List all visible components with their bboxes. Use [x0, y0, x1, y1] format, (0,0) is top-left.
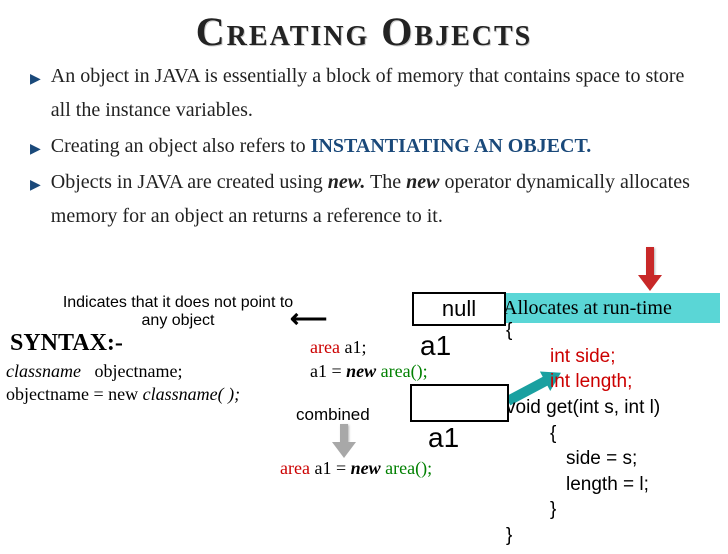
class-body-code: { int side; int length; void get(int s, … — [506, 318, 660, 549]
code-line: { — [506, 421, 660, 447]
code-line: side = s; — [506, 446, 660, 472]
bullet-post: The — [365, 171, 406, 193]
bullet-list: ▶ An object in JAVA is essentially a blo… — [0, 59, 728, 233]
allocates-text: Allocates at run-time — [503, 297, 672, 320]
code-line: int side; — [550, 346, 615, 367]
syntax-block: classname objectname; objectname = new c… — [6, 360, 240, 407]
arrow-down-icon — [640, 247, 660, 291]
assign-a1: a1 = — [310, 361, 346, 381]
syntax-heading: SYNTAX:- — [10, 330, 123, 357]
null-box: null — [412, 292, 506, 326]
bullet-pre: Creating an object also refers to — [51, 135, 311, 157]
assign-new: new — [346, 361, 381, 381]
code-line: int length; — [550, 371, 632, 392]
code-line: } — [506, 523, 660, 549]
bullet-marker-icon: ▶ — [30, 138, 41, 162]
slide-title: Creating Objects — [0, 8, 728, 55]
object-assign: a1 = new area(); — [310, 361, 428, 382]
decl-area: area — [310, 337, 344, 357]
combined-label: combined — [296, 405, 370, 425]
syntax-call: classname( ); — [143, 384, 240, 404]
bullet-emphasis: new. — [328, 171, 366, 193]
bullet-emphasis: new — [406, 171, 439, 193]
arrow-left-icon: ⟵ — [290, 304, 327, 334]
bullet-pre: Objects in JAVA are created using — [51, 171, 328, 193]
object-declaration: area a1; — [310, 337, 366, 358]
a1-label: a1 — [428, 422, 459, 454]
bullet-emphasis: INSTANTIATING AN OBJECT. — [311, 135, 592, 157]
bullet-item: ▶ An object in JAVA is essentially a blo… — [30, 59, 708, 127]
a1-label: a1 — [420, 330, 451, 362]
bullet-marker-icon: ▶ — [30, 68, 41, 92]
code-line: void get(int s, int l) — [506, 395, 660, 421]
bullet-item: ▶ Creating an object also refers to INST… — [30, 129, 708, 163]
decl-a1: a1; — [344, 337, 366, 357]
note-text: Indicates that it does not point to any … — [58, 294, 298, 331]
combined-new: new — [351, 458, 386, 478]
combined-area: area — [280, 458, 314, 478]
syntax-assign: objectname = new — [6, 384, 143, 404]
object-box — [410, 384, 509, 422]
bullet-item: ▶ Objects in JAVA are created using new.… — [30, 165, 708, 233]
bullet-text: Objects in JAVA are created using new. T… — [51, 165, 708, 233]
bullet-text: An object in JAVA is essentially a block… — [51, 59, 708, 127]
code-line: } — [506, 497, 660, 523]
syntax-classname: classname — [6, 361, 81, 381]
combined-call: area(); — [385, 458, 432, 478]
bullet-text: Creating an object also refers to INSTAN… — [51, 129, 592, 163]
code-line: length = l; — [506, 472, 660, 498]
combined-a1: a1 = — [314, 458, 350, 478]
arrow-down-icon — [334, 424, 354, 458]
bullet-marker-icon: ▶ — [30, 174, 41, 198]
code-line: { — [506, 318, 512, 344]
combined-code: area a1 = new area(); — [280, 458, 432, 479]
syntax-objectname: objectname; — [95, 361, 183, 381]
assign-area: area(); — [381, 361, 428, 381]
